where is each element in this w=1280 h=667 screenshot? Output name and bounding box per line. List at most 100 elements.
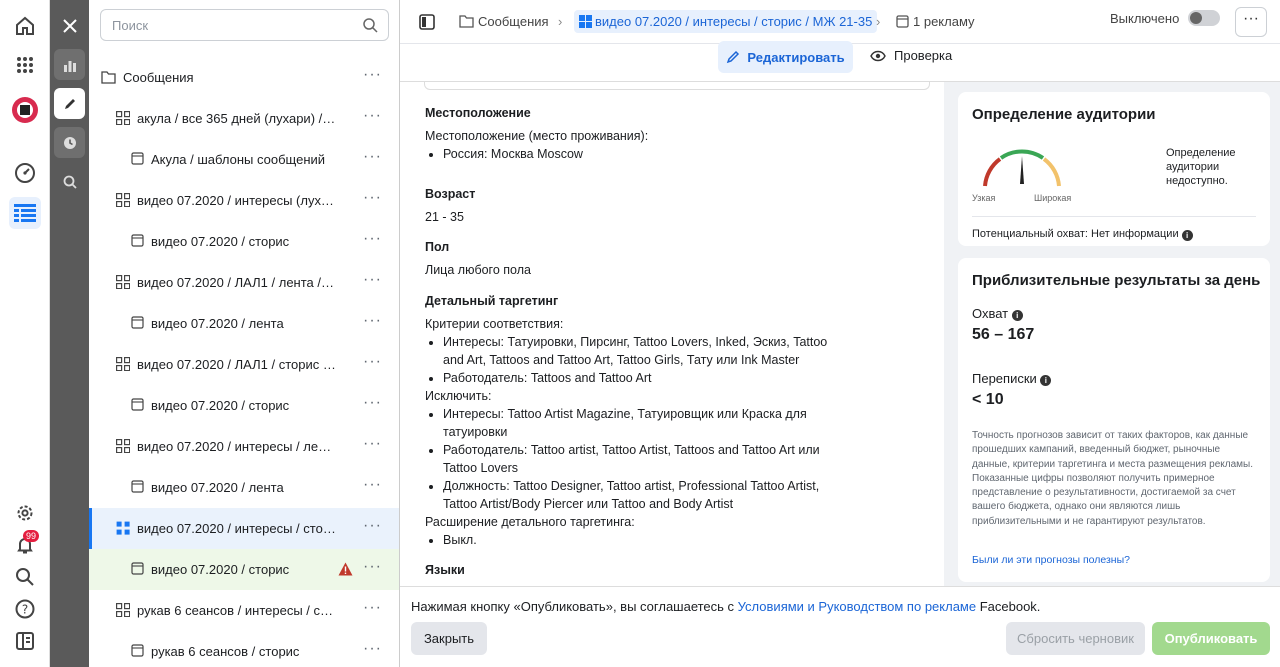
adset-grid-icon [116,193,130,207]
info-icon[interactable]: i [1011,310,1023,321]
ads-manager-table-icon[interactable] [9,197,41,229]
languages-title: Языки [425,563,465,577]
close-icon[interactable] [54,10,85,41]
publish-button[interactable]: Опубликовать [1152,622,1270,655]
tree-item-label: Сообщения [123,70,194,85]
tree-ad-item[interactable]: рукав 6 сеансов / сторис ··· [89,631,399,667]
more-options-icon[interactable]: ··· [363,231,382,247]
notifications-badge: 99 [23,530,40,542]
messages-value: < 10 [972,391,1004,408]
more-options-icon[interactable]: ··· [363,354,382,370]
more-options-icon[interactable]: ··· [363,600,382,616]
dashboard-gauge-icon[interactable] [9,157,41,189]
more-options-icon[interactable]: ··· [363,518,382,534]
terms-post: Facebook. [976,599,1041,614]
info-icon[interactable]: i [1181,230,1193,241]
targeting-summary: Местоположение Местоположение (место про… [400,82,944,586]
tree-campaign-item[interactable]: Сообщения ··· [89,57,399,98]
ad-page-icon [131,480,144,493]
terms-pre: Нажимая кнопку «Опубликовать», вы соглаш… [411,599,738,614]
tree-item-label: видео 07.2020 / сторис [151,234,290,249]
audience-status: Определение аудитории недоступно. [1166,147,1236,187]
chart-icon[interactable] [54,49,85,80]
more-options-icon[interactable]: ··· [363,272,382,288]
more-options-icon[interactable]: ··· [363,149,382,165]
more-options-icon[interactable]: ··· [363,108,382,124]
global-nav: 99 ? [0,0,50,667]
more-options-icon[interactable]: ··· [363,190,382,206]
publish-footer: Нажимая кнопку «Опубликовать», вы соглаш… [400,586,1280,667]
home-icon[interactable] [9,10,41,42]
more-options-icon[interactable]: ··· [363,67,382,83]
targeting-list-item: Работодатель: Tattoo artist, Tattoo Arti… [443,441,845,477]
campaign-toggle[interactable] [1188,10,1220,26]
reset-draft-button[interactable]: Сбросить черновик [1006,622,1145,655]
tree-ad-item[interactable]: видео 07.2020 / сторис ··· [89,221,399,262]
warning-icon[interactable] [338,562,353,579]
tree-item-label: видео 07.2020 / ЛАЛ1 / лента / М... [137,275,337,290]
tree-adset-item[interactable]: акула / все 365 дней (лухари) / ле... ··· [89,98,399,139]
results-title: Приблизительные результаты за день [972,272,1261,289]
tree-ad-item[interactable]: Акула / шаблоны сообщений ··· [89,139,399,180]
tree-item-label: рукав 6 сеансов / интересы / стор... [137,603,337,618]
close-button[interactable]: Закрыть [411,622,487,655]
gender-section: Пол Лица любого пола [425,238,531,279]
edit-pencil-icon[interactable] [54,88,85,119]
history-clock-icon[interactable] [54,127,85,158]
more-options-icon[interactable]: ··· [363,436,382,452]
zoom-search-icon[interactable] [54,166,85,197]
tree-adset-item[interactable]: видео 07.2020 / ЛАЛ1 / сторис / ... ··· [89,344,399,385]
tree-item-label: видео 07.2020 / интересы / лента... [137,439,337,454]
more-options-icon[interactable]: ··· [363,313,382,329]
tab-edit-label: Редактировать [747,49,845,65]
breadcrumb-campaign[interactable]: Сообщения [478,14,549,29]
more-options-icon[interactable]: ··· [363,641,382,657]
more-options-icon[interactable]: ··· [363,559,382,575]
settings-gear-icon[interactable] [9,497,41,529]
targeting-list: Интересы: Татуировки, Пирсинг, Tattoo Lo… [425,333,845,387]
tree-ad-item[interactable]: видео 07.2020 / сторис ··· [89,385,399,426]
location-section: Местоположение Местоположение (место про… [425,104,648,163]
more-options-button[interactable]: ··· [1235,7,1267,37]
more-options-icon[interactable]: ··· [363,395,382,411]
scrollbar[interactable] [944,82,954,586]
info-icon[interactable]: i [1040,375,1052,386]
daily-results-panel: Приблизительные результаты за день Охват… [958,258,1270,582]
tree-adset-item[interactable]: видео 07.2020 / интересы / лента... ··· [89,426,399,467]
tree-adset-item[interactable]: рукав 6 сеансов / интересы / стор... ··· [89,590,399,631]
potential-reach-label: Потенциальный охват: Нет информации [972,228,1179,240]
tree-item-label: акула / все 365 дней (лухари) / ле... [137,111,337,126]
tree-ad-item[interactable]: видео 07.2020 / лента ··· [89,303,399,344]
search-input[interactable]: Поиск [100,9,389,41]
tree-ad-item[interactable]: видео 07.2020 / сторис ··· [89,549,399,590]
breadcrumb-ads[interactable]: 1 рекламу [913,14,975,29]
audience-title: Определение аудитории [972,106,1156,123]
feedback-link[interactable]: Были ли эти прогнозы полезны? [972,554,1130,566]
report-panel-icon[interactable] [9,625,41,657]
targeting-list-item: Интересы: Татуировки, Пирсинг, Tattoo Lo… [443,333,845,369]
reach-label: Охват [972,306,1009,321]
estimates-column: Определение аудитории Узкая Широкая Опре… [954,82,1280,586]
tree-adset-item[interactable]: видео 07.2020 / интересы (лухар... ··· [89,180,399,221]
card-edge [424,82,930,90]
terms-link[interactable]: Условиями и Руководством по рекламе [738,599,976,614]
tab-edit[interactable]: Редактировать [718,41,853,73]
account-avatar[interactable] [9,94,41,126]
apps-grid-icon[interactable] [9,49,41,81]
exclude-sub: Исключить: [425,389,492,403]
targeting-list-item: Россия: Москва Moscow [443,145,648,163]
gender-title: Пол [425,240,450,254]
ad-page-icon [131,316,144,329]
tree-adset-item[interactable]: видео 07.2020 / ЛАЛ1 / лента / М... ··· [89,262,399,303]
tree-ad-item[interactable]: видео 07.2020 / лента ··· [89,467,399,508]
sidebar-toggle-icon[interactable] [419,14,435,33]
search-icon[interactable] [9,561,41,593]
targeting-list-item: Работодатель: Tattoos and Tattoo Art [443,369,845,387]
tree-adset-item[interactable]: видео 07.2020 / интересы / стори... ··· [89,508,399,549]
help-icon[interactable]: ? [9,593,41,625]
breadcrumb-adset[interactable]: видео 07.2020 / интересы / сторис / МЖ 2… [574,10,878,33]
location-title: Местоположение [425,106,531,120]
more-options-icon[interactable]: ··· [363,477,382,493]
targeting-list: Выкл. [425,531,845,549]
tab-review[interactable]: Проверка [870,48,952,63]
